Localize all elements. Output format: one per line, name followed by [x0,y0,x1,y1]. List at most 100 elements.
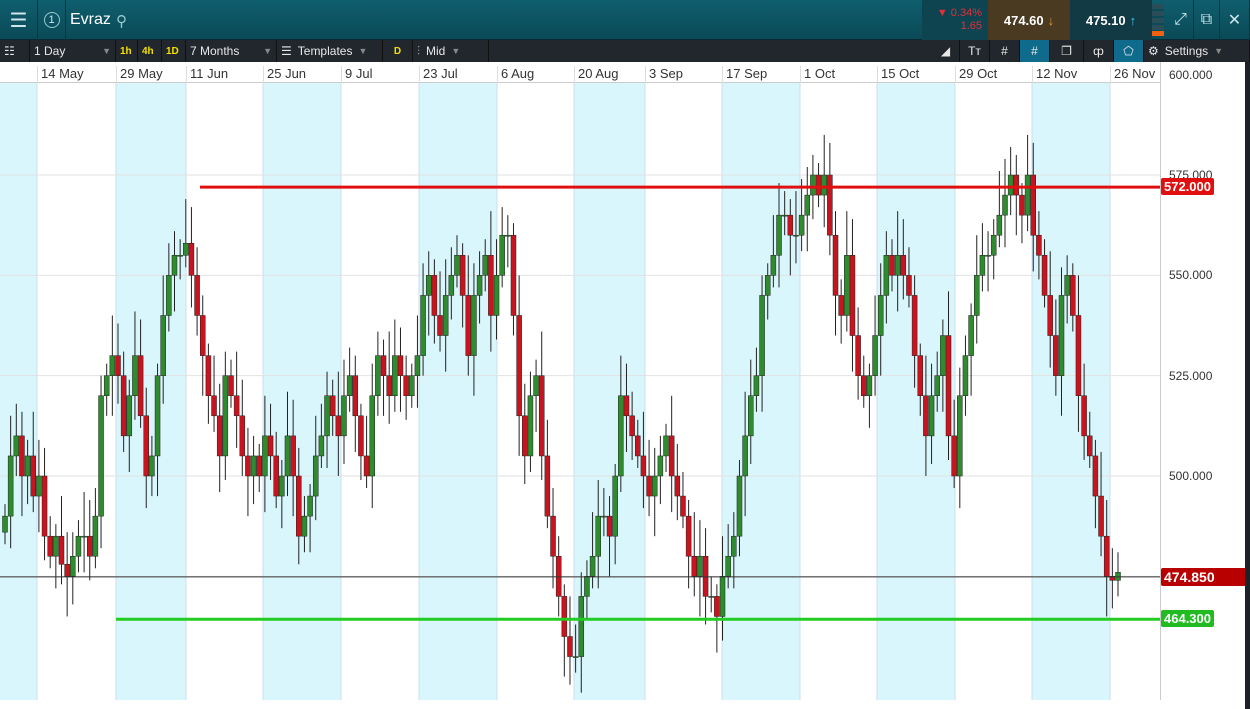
candle-body [685,515,692,557]
candle-body [1007,174,1014,196]
interval-label: 1 Day [34,44,66,58]
date-label: 29 May [116,66,163,83]
candle-body [1002,194,1008,216]
alert-count: 1 [43,12,60,28]
candle-body [1098,495,1104,537]
draw-line-icon[interactable]: ◢ [932,40,960,62]
candle-body [985,255,991,257]
candle-body [787,214,794,236]
chevron-down-icon: ▼ [102,46,111,56]
candle-body [143,415,149,477]
candle-body [228,375,234,396]
buy-button[interactable]: 475.10 ↑ [1070,0,1152,40]
candle-body [606,515,613,537]
signal-bars-icon [1152,4,1164,36]
sell-button[interactable]: 474.60 ↓ [988,0,1070,40]
candle-body [505,234,511,237]
candle-body [1047,295,1053,336]
popout-icon[interactable]: ⧉ [1194,0,1220,40]
candle-body [81,535,87,538]
candle-body [781,214,788,217]
week-band [419,83,497,700]
candle-body [1036,234,1042,256]
date-label: 6 Aug [497,66,534,83]
instrument-title: Evraz [70,11,111,28]
price-label: 525.000 [1169,368,1213,383]
date-label: 9 Jul [341,66,372,83]
candle-body [149,455,155,477]
candle-body [301,515,308,537]
down-arrow-icon: ↓ [1047,12,1055,28]
current-price-tag[interactable]: 474.850 [1161,567,1246,586]
candle-body [1070,275,1076,316]
crosshair-icon[interactable]: ȹ [1084,40,1114,62]
settings-button[interactable]: ⚙ Settings ▼ [1144,40,1250,62]
candle-body [957,395,963,477]
candle-body [166,275,172,316]
tag-icon[interactable]: ⬠ [1114,40,1144,62]
candle-body [397,355,404,376]
price-chart[interactable] [0,83,1160,700]
week-band [0,83,37,700]
candle-body [804,194,811,216]
candle-body [668,435,675,477]
candle-body [222,375,229,457]
candle-body [488,255,494,316]
price-type-select[interactable]: ⫶ Mid ▼ [413,40,489,62]
candle-body [928,395,935,437]
grid-icon[interactable]: # [990,40,1020,62]
text-size-icon[interactable]: Tт [960,40,990,62]
candle-body [629,415,635,437]
interval-1d[interactable]: 1D [162,40,186,62]
interval-1h[interactable]: 1h [116,40,138,62]
candle-body [92,515,99,557]
candle-body [335,415,342,437]
candle-body [431,275,438,316]
chevron-down-icon: ▼ [1214,46,1224,56]
candle-body [30,455,36,497]
candle-body [877,295,884,336]
week-band [116,83,186,700]
candle-body [98,395,104,517]
candle-body [2,515,8,533]
candle-body [53,535,59,557]
date-label: 23 Jul [419,66,458,83]
candle-body [205,355,212,396]
candle-body [663,435,669,457]
candle-body [183,242,189,256]
expand-icon[interactable]: ⤢ [1168,0,1194,40]
d-button[interactable]: D [383,40,413,62]
close-icon[interactable]: ✕ [1220,0,1250,40]
menu-icon[interactable]: ☰ [0,0,38,40]
candle-body [855,335,861,376]
candle-body [770,255,777,276]
alert-badge[interactable]: 1 [38,0,66,40]
candle-body [578,596,585,657]
range-select[interactable]: 7 Months ▼ [186,40,277,62]
candle-body [894,255,901,276]
interval-4h[interactable]: 4h [138,40,162,62]
interval-select[interactable]: 1 Day ▼ [30,40,116,62]
search-icon[interactable]: ⚲ [116,12,127,30]
chart-bottom [0,700,1245,709]
candle-body [601,515,607,518]
price-change: ▼ 0.34% 1.65 [922,0,988,40]
resistance-tag[interactable]: 572.000 [1161,178,1214,196]
candle-body [341,395,347,437]
price-label: 500.000 [1169,469,1213,483]
candle-body [352,375,359,417]
candle-body [883,255,890,296]
candle-body [476,275,483,296]
candle-body [47,535,53,557]
date-label: 14 May [37,66,84,83]
candle-body [363,455,370,477]
templates-select[interactable]: ☰ Templates ▼ [277,40,383,62]
list-icon[interactable]: ☷ [0,40,30,62]
layers-icon[interactable]: ❐ [1050,40,1084,62]
snap-grid-icon[interactable]: # [1020,40,1050,62]
candle-body [538,375,545,457]
support-tag[interactable]: 464.300 [1161,610,1214,628]
price-axis[interactable]: 600.000575.000550.000525.000500.000475.0… [1160,62,1246,700]
candle-body [832,234,839,296]
candle-body [86,535,93,557]
